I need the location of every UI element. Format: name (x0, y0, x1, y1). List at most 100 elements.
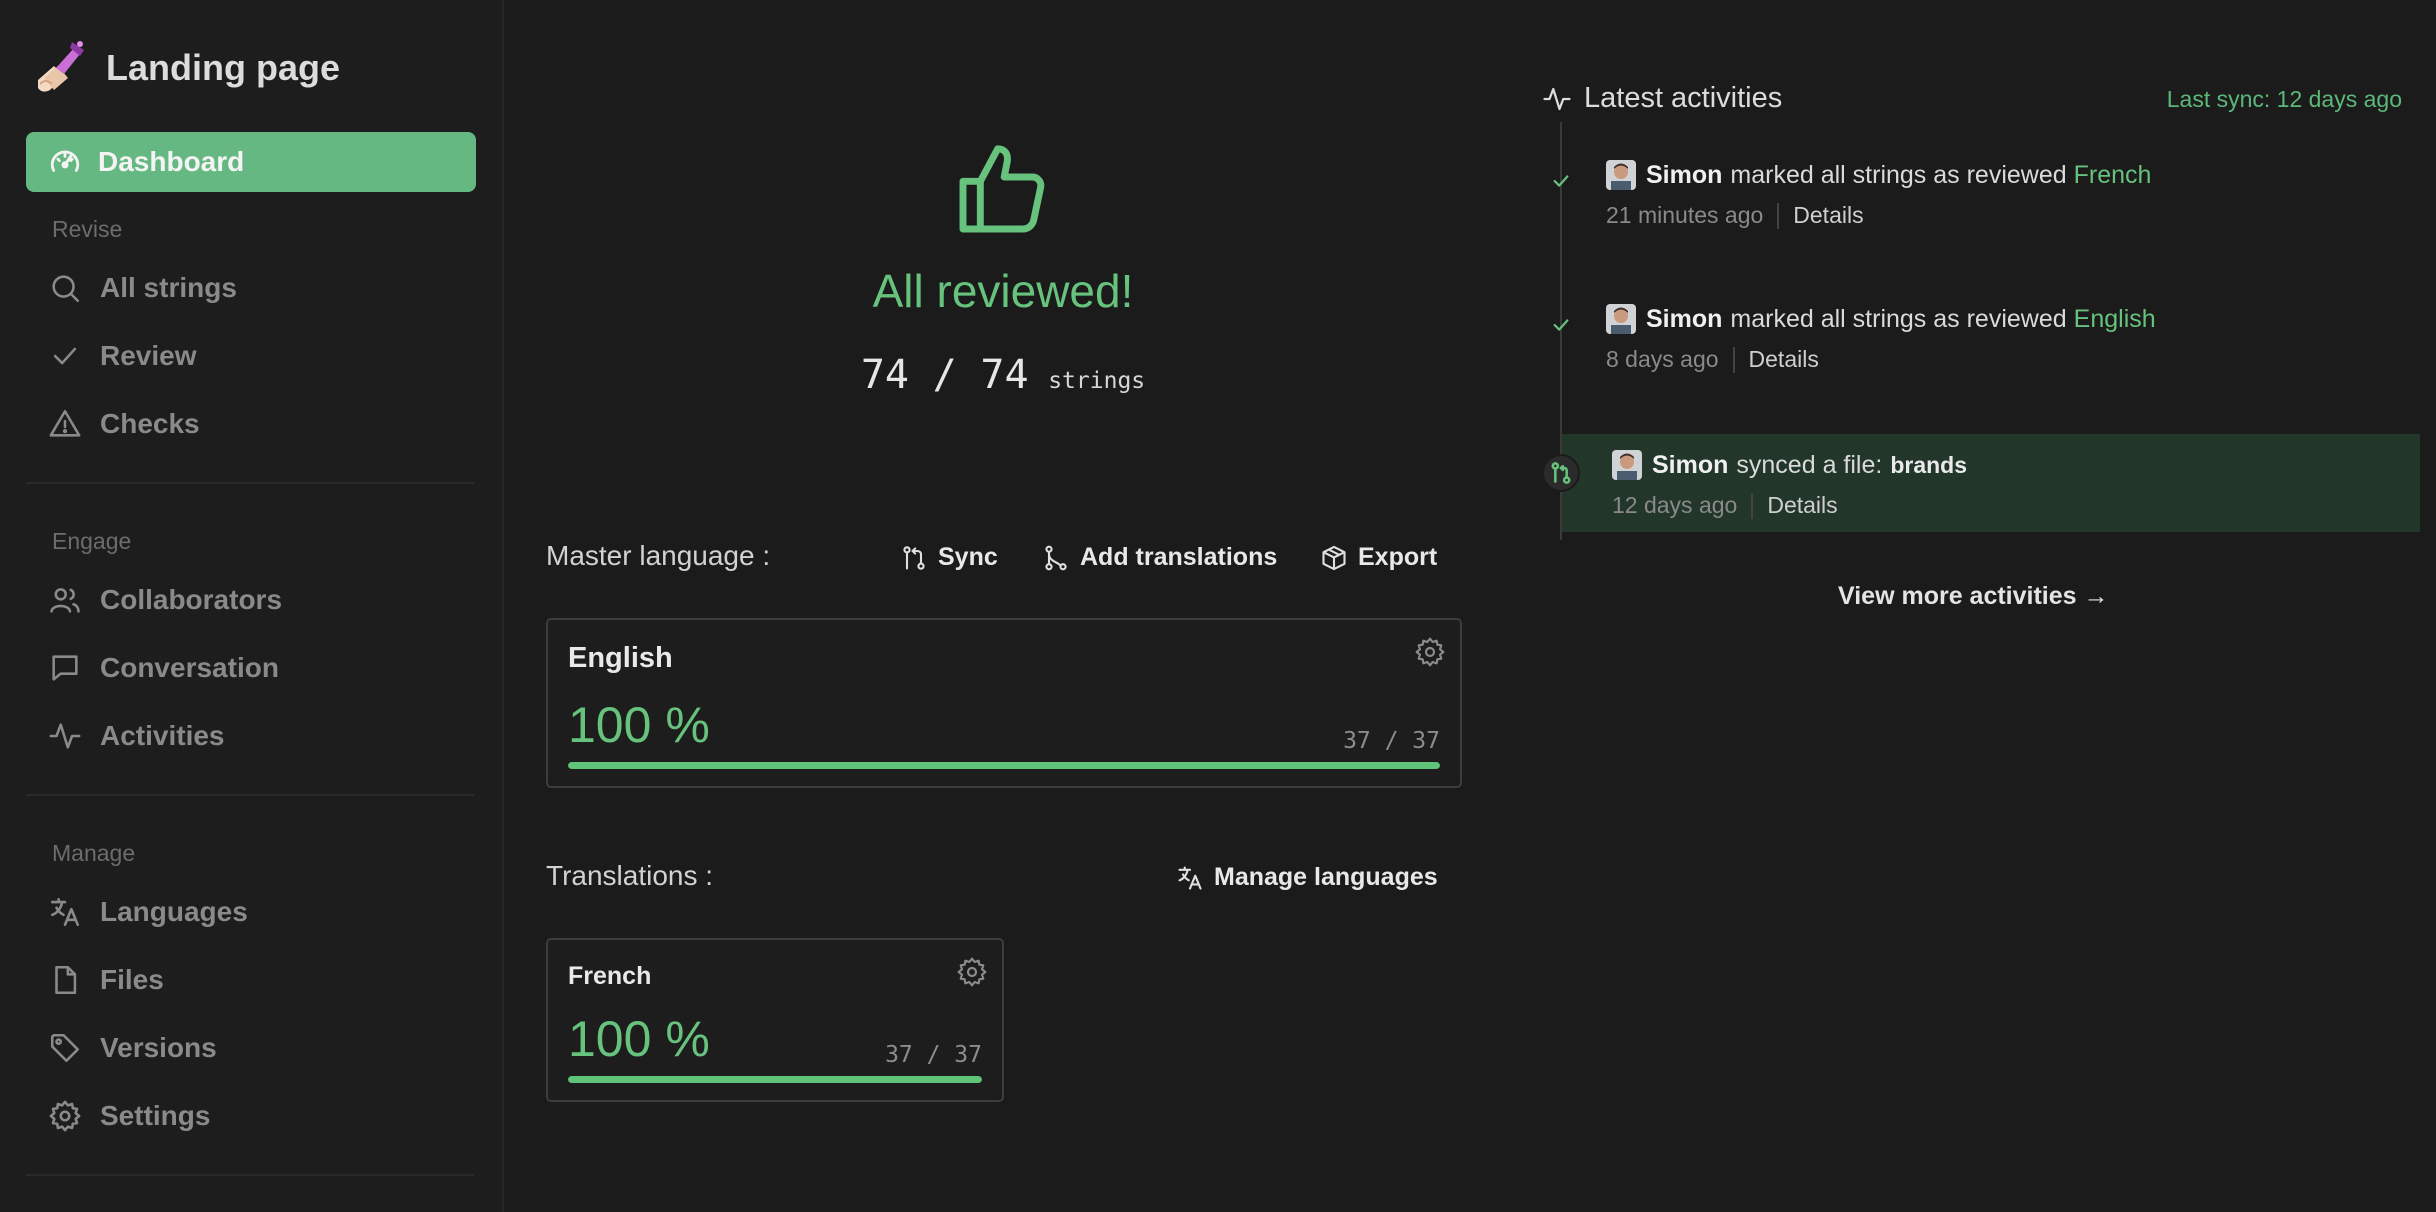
progress-bar (568, 762, 1440, 769)
sidebar-item-label: Versions (100, 1032, 217, 1063)
brand[interactable]: Landing page (34, 38, 340, 98)
sidebar-item-activities[interactable]: Activities (48, 716, 225, 756)
sidebar-item-label: Files (100, 964, 164, 995)
nail-polish-logo-icon (38, 41, 84, 92)
sidebar-item-languages[interactable]: Languages (48, 892, 248, 932)
total-count: 74 (980, 352, 1029, 398)
activity-item: Simon marked all strings as reviewed Eng… (1606, 304, 2156, 334)
activity-details-link[interactable]: Details (1793, 202, 1863, 229)
sidebar-item-label: Activities (100, 720, 225, 751)
translate-icon (1178, 865, 1202, 890)
progress-bar-fill (568, 762, 1440, 769)
activity-user[interactable]: Simon (1652, 451, 1728, 480)
add-translations-button[interactable]: Add translations (1042, 543, 1277, 572)
activities-title: Latest activities (1584, 82, 1783, 114)
check-icon (1553, 175, 1569, 187)
sidebar-item-label: Languages (100, 896, 248, 927)
activities-header: Latest activities (1542, 82, 1782, 115)
dashboard-gauge-icon (50, 150, 80, 172)
activity-time: 21 minutes ago (1606, 202, 1764, 228)
check-icon (1553, 319, 1569, 331)
count-separator: / (932, 352, 957, 398)
activity-time: 12 days ago (1612, 492, 1738, 518)
file-icon (55, 965, 77, 995)
sidebar-divider (26, 482, 474, 484)
meta-separator (1732, 346, 1735, 373)
git-pull-request-icon (903, 545, 925, 570)
warning-icon (49, 409, 81, 437)
translation-card-french[interactable]: French 100 % 37 / 37 (546, 938, 1004, 1102)
gear-icon[interactable] (1414, 636, 1446, 668)
sidebar-item-label: Conversation (100, 652, 279, 683)
gear-icon[interactable] (956, 956, 988, 988)
chat-icon (52, 655, 78, 681)
sidebar-item-versions[interactable]: Versions (48, 1028, 217, 1068)
all-reviewed-heading: All reviewed! (872, 265, 1134, 317)
sidebar-item-checks[interactable]: Checks (48, 404, 200, 444)
last-sync-status: Last sync: 12 days ago (2166, 86, 2402, 112)
language-ratio: 37 / 37 (885, 1042, 982, 1068)
translations-label: Translations : (546, 860, 714, 891)
master-language-card[interactable]: English 100 % 37 / 37 (546, 618, 1462, 788)
activity-action: synced a file: (1736, 450, 1883, 479)
sync-button[interactable]: Sync (900, 543, 998, 572)
sidebar-item-all-strings[interactable]: All strings (48, 268, 237, 308)
avatar[interactable] (1606, 304, 1636, 334)
activity-time: 8 days ago (1606, 346, 1719, 372)
section-title-engage: Engage (52, 528, 132, 554)
language-name: English (568, 642, 673, 674)
activity-user[interactable]: Simon (1646, 305, 1722, 334)
sidebar-item-label: Checks (100, 408, 200, 439)
gear-icon (49, 1100, 81, 1132)
sidebar-item-label: Review (100, 340, 197, 371)
activity-meta: 12 days ago Details (1612, 492, 1838, 519)
check-icon (53, 347, 77, 365)
project-title: Landing page (106, 47, 340, 88)
sidebar-item-conversation[interactable]: Conversation (48, 648, 279, 688)
avatar[interactable] (1606, 160, 1636, 190)
users-icon (50, 588, 80, 613)
translate-icon (50, 897, 80, 927)
activity-icon (49, 723, 81, 749)
activity-details-link[interactable]: Details (1749, 346, 1819, 373)
activity-icon (1543, 87, 1571, 110)
activity-user[interactable]: Simon (1646, 161, 1722, 190)
search-icon (52, 275, 80, 303)
language-percent: 100 % (568, 1011, 710, 1067)
git-branch-icon (1045, 545, 1067, 570)
view-more-activities-link[interactable]: View more activities → (1838, 582, 2109, 611)
reviewed-count: 74 (860, 352, 910, 398)
count-unit: strings (1048, 368, 1146, 394)
master-language-label: Master language : (546, 540, 771, 571)
sidebar-item-collaborators[interactable]: Collaborators (48, 580, 282, 620)
language-percent: 100 % (568, 697, 710, 753)
activity-item: Simon marked all strings as reviewed Fre… (1606, 160, 2151, 190)
sidebar-divider (26, 1174, 474, 1176)
sidebar-item-review[interactable]: Review (48, 336, 197, 376)
avatar[interactable] (1612, 450, 1642, 480)
progress-bar (568, 1076, 982, 1083)
activity-target[interactable]: French (2074, 161, 2152, 190)
section-title-manage: Manage (52, 840, 136, 866)
sidebar-item-settings[interactable]: Settings (48, 1096, 210, 1136)
export-button[interactable]: Export (1320, 543, 1437, 572)
manage-languages-label: Manage languages (1214, 863, 1438, 891)
activity-action: marked all strings as reviewed (1730, 304, 2067, 333)
thumbs-up-icon (959, 145, 1045, 233)
add-translations-label: Add translations (1080, 543, 1278, 571)
sidebar-item-files[interactable]: Files (48, 960, 164, 1000)
activity-item: Simon synced a file: brands (1612, 450, 1967, 480)
sidebar-item-dashboard[interactable]: Dashboard (26, 132, 476, 192)
package-icon (1322, 545, 1346, 570)
sidebar-item-label: All strings (100, 272, 237, 303)
git-pull-request-icon (1551, 462, 1571, 484)
activity-details-link[interactable]: Details (1767, 492, 1837, 519)
progress-bar-fill (568, 1076, 982, 1083)
sidebar-divider (26, 794, 474, 796)
meta-separator (1777, 202, 1780, 229)
activity-target[interactable]: English (2074, 305, 2156, 334)
activity-target[interactable]: brands (1890, 452, 1967, 479)
activity-meta: 8 days ago Details (1606, 346, 1819, 373)
language-name: French (568, 962, 652, 990)
manage-languages-button[interactable]: Manage languages (1176, 863, 1438, 892)
